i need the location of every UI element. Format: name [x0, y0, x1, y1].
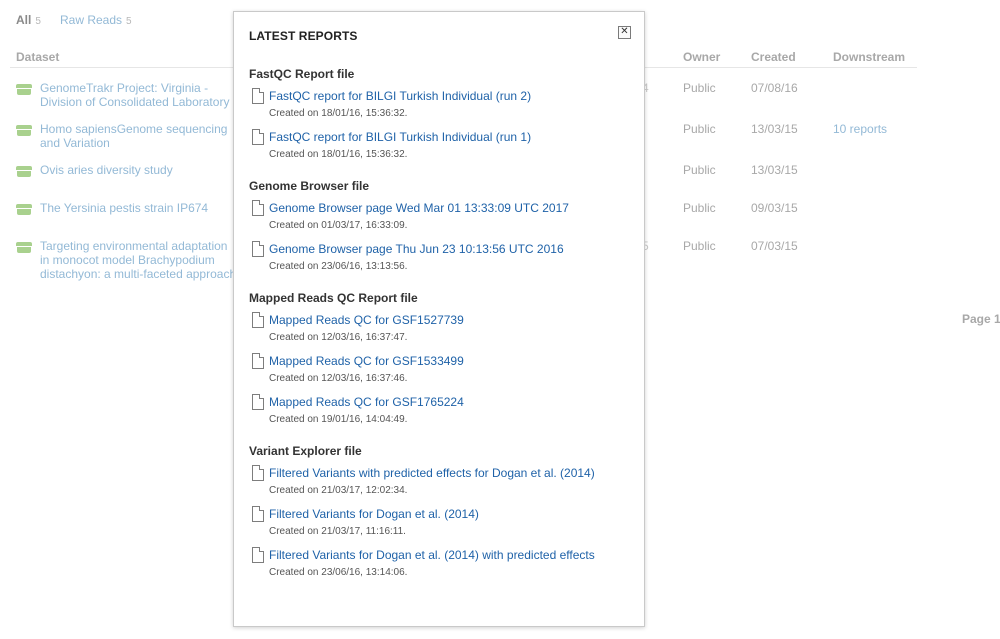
filter-count: 5: [126, 16, 132, 27]
created-cell: 13/03/15: [751, 122, 798, 136]
dataset-title-link[interactable]: Ovis aries diversity study: [40, 163, 240, 177]
column-header-dataset[interactable]: Dataset: [16, 50, 59, 64]
column-header-owner[interactable]: Owner: [683, 50, 720, 64]
report-item: Filtered Variants for Dogan et al. (2014…: [249, 499, 634, 540]
modal-title: LATEST REPORTS: [249, 29, 358, 43]
report-section-genome-browser: Genome Browser file Genome Browser page …: [249, 179, 634, 275]
owner-cell: Public: [683, 81, 716, 95]
report-created: Created on 18/01/16, 15:36:32.: [269, 149, 408, 160]
report-created: Created on 18/01/16, 15:36:32.: [269, 108, 408, 119]
created-cell: 07/03/15: [751, 239, 798, 253]
report-link[interactable]: Filtered Variants for Dogan et al. (2014…: [269, 507, 479, 521]
dataset-title-link[interactable]: Homo sapiensGenome sequencing and Variat…: [40, 122, 240, 150]
document-icon: [252, 312, 264, 328]
report-item: Mapped Reads QC for GSF1533499 Created o…: [249, 346, 634, 387]
report-created: Created on 01/03/17, 16:33:09.: [269, 220, 408, 231]
report-item: FastQC report for BILGI Turkish Individu…: [249, 122, 634, 163]
report-created: Created on 21/03/17, 11:16:11.: [269, 526, 406, 537]
dataset-title-link[interactable]: The Yersinia pestis strain IP674 genome: [40, 201, 240, 215]
report-item: Genome Browser page Thu Jun 23 10:13:56 …: [249, 234, 634, 275]
column-header-created[interactable]: Created: [751, 50, 796, 64]
report-link[interactable]: Mapped Reads QC for GSF1533499: [269, 354, 464, 368]
dataset-title-link[interactable]: Targeting environmental adaptation in mo…: [40, 239, 240, 281]
report-item: Mapped Reads QC for GSF1765224 Created o…: [249, 387, 634, 428]
downstream-link[interactable]: 10 reports: [833, 122, 887, 136]
dataset-icon: [16, 166, 32, 177]
dataset-icon: [16, 125, 32, 136]
column-header-downstream[interactable]: Downstream: [833, 50, 905, 64]
owner-cell: Public: [683, 201, 716, 215]
owner-cell: Public: [683, 122, 716, 136]
filter-label: All: [16, 13, 32, 27]
report-link[interactable]: FastQC report for BILGI Turkish Individu…: [269, 89, 531, 103]
report-created: Created on 12/03/16, 16:37:46.: [269, 373, 408, 384]
filter-count: 5: [35, 16, 41, 27]
document-icon: [252, 394, 264, 410]
report-link[interactable]: Filtered Variants for Dogan et al. (2014…: [269, 548, 595, 562]
section-title: Variant Explorer file: [249, 444, 362, 458]
report-section-variant-explorer: Variant Explorer file Filtered Variants …: [249, 444, 634, 581]
report-item: Filtered Variants for Dogan et al. (2014…: [249, 540, 634, 581]
owner-cell: Public: [683, 239, 716, 253]
report-link[interactable]: FastQC report for BILGI Turkish Individu…: [269, 130, 531, 144]
filter-tab-all[interactable]: All 5: [16, 13, 41, 27]
report-item: FastQC report for BILGI Turkish Individu…: [249, 81, 634, 122]
latest-reports-modal: LATEST REPORTS ✕ FastQC Report file Fast…: [233, 11, 645, 627]
report-item: Filtered Variants with predicted effects…: [249, 458, 634, 499]
document-icon: [252, 129, 264, 145]
created-cell: 09/03/15: [751, 201, 798, 215]
report-created: Created on 19/01/16, 14:04:49.: [269, 414, 408, 425]
section-title: Genome Browser file: [249, 179, 370, 193]
report-created: Created on 21/03/17, 12:02:34.: [269, 485, 408, 496]
dataset-icon: [16, 242, 32, 253]
pagination-label: Page 1: [962, 312, 1000, 326]
report-section-mapped-reads-qc: Mapped Reads QC Report file Mapped Reads…: [249, 291, 634, 428]
document-icon: [252, 241, 264, 257]
report-created: Created on 12/03/16, 16:37:47.: [269, 332, 408, 343]
report-section-fastqc: FastQC Report file FastQC report for BIL…: [249, 67, 634, 163]
close-icon[interactable]: ✕: [618, 26, 631, 39]
section-title: Mapped Reads QC Report file: [249, 291, 418, 305]
filter-label: Raw Reads: [60, 13, 123, 27]
owner-cell: Public: [683, 163, 716, 177]
report-link[interactable]: Filtered Variants with predicted effects…: [269, 466, 595, 480]
document-icon: [252, 506, 264, 522]
created-cell: 07/08/16: [751, 81, 798, 95]
report-created: Created on 23/06/16, 13:13:56.: [269, 261, 408, 272]
report-created: Created on 23/06/16, 13:14:06.: [269, 567, 408, 578]
created-cell: 13/03/15: [751, 163, 798, 177]
report-item: Mapped Reads QC for GSF1527739 Created o…: [249, 305, 634, 346]
report-link[interactable]: Genome Browser page Wed Mar 01 13:33:09 …: [269, 201, 569, 215]
dataset-title-link[interactable]: GenomeTrakr Project: Virginia - Division…: [40, 81, 240, 109]
document-icon: [252, 465, 264, 481]
section-title: FastQC Report file: [249, 67, 355, 81]
dataset-icon: [16, 204, 32, 215]
dataset-icon: [16, 84, 32, 95]
report-link[interactable]: Mapped Reads QC for GSF1765224: [269, 395, 464, 409]
document-icon: [252, 200, 264, 216]
document-icon: [252, 88, 264, 104]
filter-tab-raw-reads[interactable]: Raw Reads 5: [60, 13, 132, 27]
report-item: Genome Browser page Wed Mar 01 13:33:09 …: [249, 193, 634, 234]
report-link[interactable]: Mapped Reads QC for GSF1527739: [269, 313, 464, 327]
report-link[interactable]: Genome Browser page Thu Jun 23 10:13:56 …: [269, 242, 564, 256]
document-icon: [252, 547, 264, 563]
document-icon: [252, 353, 264, 369]
